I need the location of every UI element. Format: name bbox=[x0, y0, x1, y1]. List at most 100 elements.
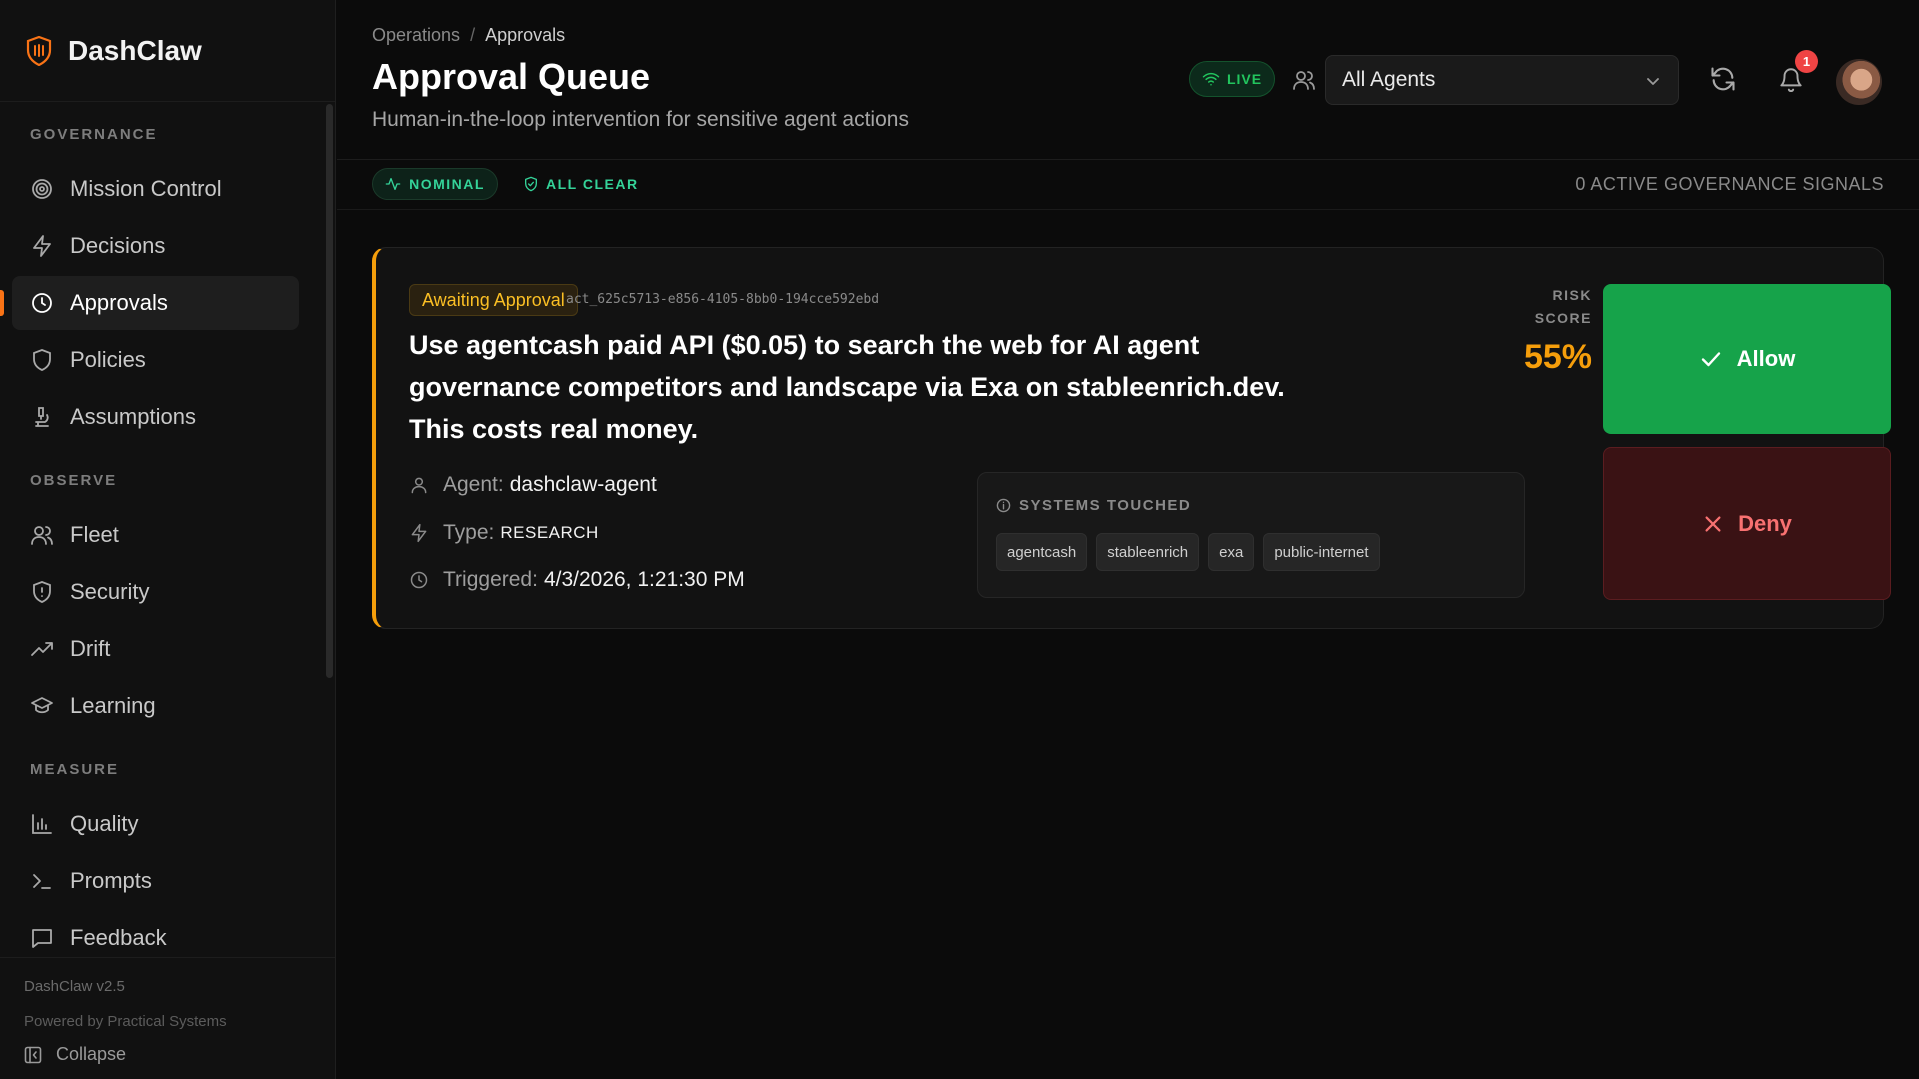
refresh-icon[interactable] bbox=[1709, 65, 1737, 93]
app-version: DashClaw v2.5 bbox=[24, 978, 125, 995]
approval-card: Awaiting Approval act_625c5713-e856-4105… bbox=[372, 247, 1891, 629]
check-icon bbox=[1701, 352, 1720, 367]
sidebar-item-approvals[interactable]: Approvals bbox=[0, 276, 299, 330]
triggered-label: Triggered: bbox=[443, 568, 538, 591]
sidebar-item-label: Decisions bbox=[70, 233, 166, 258]
shield-logo-icon bbox=[26, 35, 52, 66]
users-icon bbox=[1293, 71, 1315, 90]
allow-label: Allow bbox=[1736, 346, 1796, 371]
sidebar-item-label: Drift bbox=[70, 636, 111, 661]
sidebar-footer: DashClaw v2.5 Powered by Practical Syste… bbox=[0, 957, 335, 1079]
sidebar-item-label: Prompts bbox=[70, 868, 152, 893]
agent-meta: Agent: dashclaw-agent bbox=[409, 473, 657, 497]
page-subtitle: Human-in-the-loop intervention for sensi… bbox=[372, 108, 909, 131]
systems-touched-label: SYSTEMS TOUCHED bbox=[996, 497, 1191, 514]
section-label-governance: GOVERNANCE bbox=[30, 126, 158, 143]
deny-button[interactable]: Deny bbox=[1603, 447, 1891, 600]
sidebar-item-label: Assumptions bbox=[70, 404, 196, 429]
sidebar-item-label: Fleet bbox=[70, 522, 119, 547]
status-strip: NOMINAL ALL CLEAR 0 ACTIVE GOVERNANCE SI… bbox=[337, 160, 1919, 210]
status-badge: Awaiting Approval bbox=[409, 284, 578, 316]
app-name: DashClaw bbox=[68, 34, 202, 66]
section-label-measure: MEASURE bbox=[30, 761, 120, 778]
system-chip: exa bbox=[1208, 533, 1255, 571]
live-indicator: LIVE bbox=[1189, 61, 1275, 97]
bolt-icon bbox=[411, 523, 427, 543]
page-title: Approval Queue bbox=[372, 56, 651, 97]
main-content: Operations / Approvals Approval Queue Hu… bbox=[337, 0, 1919, 1079]
sidebar-nav: GOVERNANCE Mission Control Decisions App… bbox=[0, 102, 321, 950]
agent-label: Agent: bbox=[443, 473, 504, 496]
sidebar-item-assumptions[interactable]: Assumptions bbox=[12, 390, 299, 444]
message-square-icon bbox=[32, 929, 52, 948]
type-label: Type: bbox=[443, 521, 495, 544]
shield-check-icon bbox=[525, 176, 537, 192]
brand[interactable]: DashClaw bbox=[0, 0, 335, 102]
system-chip: stableenrich bbox=[1096, 533, 1200, 571]
wifi-icon bbox=[1202, 72, 1220, 86]
sidebar-item-quality[interactable]: Quality bbox=[12, 797, 299, 851]
section-label-observe: OBSERVE bbox=[30, 472, 118, 489]
breadcrumb-separator: / bbox=[470, 25, 476, 45]
shield-icon bbox=[33, 349, 51, 371]
systems-touched-panel: SYSTEMS TOUCHED agentcash stableenrich e… bbox=[977, 472, 1525, 598]
avatar[interactable] bbox=[1836, 59, 1882, 105]
agent-filter-select[interactable]: All Agents bbox=[1325, 55, 1679, 105]
sidebar-item-label: Policies bbox=[70, 347, 146, 372]
sidebar-item-label: Mission Control bbox=[70, 176, 222, 201]
agent-filter-value: All Agents bbox=[1342, 68, 1436, 91]
chevron-down-icon bbox=[1647, 78, 1659, 85]
panel-collapse-icon bbox=[24, 1046, 42, 1063]
deny-label: Deny bbox=[1738, 510, 1792, 536]
microscope-icon bbox=[35, 407, 49, 427]
notification-badge: 1 bbox=[1795, 50, 1818, 73]
activity-icon bbox=[385, 178, 401, 190]
clock-icon bbox=[32, 293, 52, 313]
action-id: act_625c5713-e856-4105-8bb0-194cce592ebd bbox=[566, 292, 880, 307]
type-meta: Type: RESEARCH bbox=[409, 521, 599, 545]
sidebar-item-label: Feedback bbox=[70, 925, 167, 950]
nominal-status-badge: NOMINAL bbox=[372, 168, 498, 200]
breadcrumb: Operations / Approvals bbox=[372, 25, 565, 46]
all-clear-label: ALL CLEAR bbox=[546, 176, 639, 192]
sidebar-item-mission-control[interactable]: Mission Control bbox=[12, 162, 299, 216]
shield-alert-icon bbox=[33, 581, 51, 603]
sidebar-item-label: Approvals bbox=[70, 290, 168, 315]
all-clear-badge: ALL CLEAR bbox=[523, 168, 639, 200]
sidebar-item-learning[interactable]: Learning bbox=[12, 679, 299, 733]
governance-signals-count: 0 ACTIVE GOVERNANCE SIGNALS bbox=[1575, 174, 1884, 194]
collapse-label: Collapse bbox=[56, 1044, 127, 1064]
system-chip: public-internet bbox=[1263, 533, 1380, 571]
users-icon bbox=[31, 526, 53, 545]
target-icon bbox=[32, 179, 52, 199]
systems-chip-list: agentcash stableenrich exa public-intern… bbox=[996, 533, 1389, 571]
user-icon bbox=[411, 477, 427, 494]
breadcrumb-operations[interactable]: Operations bbox=[372, 25, 460, 46]
sidebar-item-label: Security bbox=[70, 579, 150, 604]
sidebar-item-label: Learning bbox=[70, 693, 156, 718]
systems-label-text: SYSTEMS TOUCHED bbox=[1019, 497, 1192, 514]
type-value: RESEARCH bbox=[500, 523, 599, 542]
triggered-value: 4/3/2026, 1:21:30 PM bbox=[543, 568, 745, 591]
clock-icon bbox=[410, 571, 428, 589]
bar-chart-icon bbox=[32, 814, 52, 834]
powered-by: Powered by Practical Systems bbox=[24, 1013, 227, 1030]
terminal-icon bbox=[33, 874, 51, 889]
sidebar-scrollbar[interactable] bbox=[326, 104, 333, 678]
graduation-cap-icon bbox=[31, 697, 53, 714]
live-label: LIVE bbox=[1226, 71, 1263, 87]
allow-button[interactable]: Allow bbox=[1603, 284, 1891, 434]
sidebar: DashClaw GOVERNANCE Mission Control Deci… bbox=[0, 0, 336, 1079]
breadcrumb-approvals: Approvals bbox=[485, 25, 566, 45]
sidebar-item-prompts[interactable]: Prompts bbox=[12, 854, 299, 908]
sidebar-item-security[interactable]: Security bbox=[12, 565, 299, 619]
sidebar-item-fleet[interactable]: Fleet bbox=[12, 508, 299, 562]
collapse-button[interactable]: Collapse bbox=[24, 1044, 311, 1065]
sidebar-item-decisions[interactable]: Decisions bbox=[12, 219, 299, 273]
risk-score-value: 55% bbox=[1523, 338, 1592, 376]
nominal-label: NOMINAL bbox=[409, 176, 485, 192]
sidebar-item-drift[interactable]: Drift bbox=[12, 622, 299, 676]
system-chip: agentcash bbox=[996, 533, 1088, 571]
risk-score-label: RISK SCORE bbox=[1534, 287, 1592, 326]
sidebar-item-policies[interactable]: Policies bbox=[12, 333, 299, 387]
